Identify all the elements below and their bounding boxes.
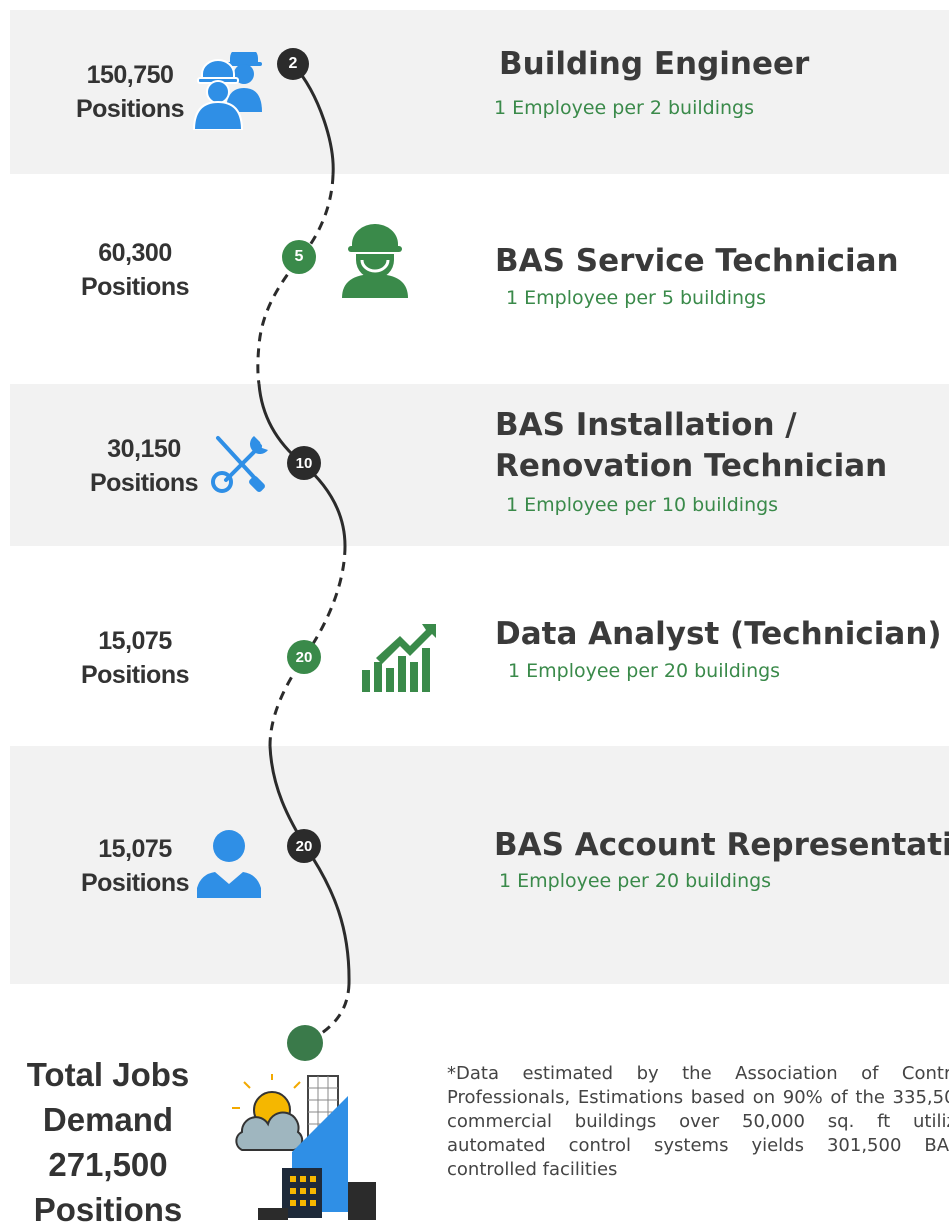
workers-hardhat-icon	[192, 52, 262, 130]
growth-chart-icon	[362, 624, 436, 692]
marker-end	[287, 1025, 323, 1061]
tools-icon	[211, 436, 268, 493]
marker-5: 20	[287, 829, 321, 863]
person-icon	[197, 830, 261, 898]
positions-number: 150,750	[86, 61, 174, 89]
marker-1-label: 2	[288, 55, 298, 72]
positions-word: Positions	[80, 273, 190, 301]
positions-account-representative: 15,075 Positions	[75, 832, 195, 900]
title-building-engineer: Building Engineer	[499, 46, 810, 82]
technician-hardhat-icon	[342, 224, 408, 298]
positions-data-analyst: 15,075 Positions	[75, 624, 195, 692]
total-jobs-demand: Total Jobs Demand 271,500 Positions	[18, 1052, 198, 1232]
positions-number: 15,075	[98, 627, 172, 655]
ratio-service-technician: 1 Employee per 5 buildings	[506, 287, 766, 309]
positions-number: 60,300	[98, 239, 172, 267]
marker-2-label: 5	[294, 248, 304, 265]
positions-word: Positions	[80, 869, 190, 897]
positions-service-technician: 60,300 Positions	[75, 236, 195, 304]
ratio-data-analyst: 1 Employee per 20 buildings	[508, 660, 781, 682]
marker-2: 5	[282, 240, 316, 274]
title-account-representative: BAS Account Representative	[494, 827, 949, 863]
ratio-installation-technician: 1 Employee per 10 buildings	[506, 494, 779, 516]
ratio-building-engineer: 1 Employee per 2 buildings	[494, 97, 754, 119]
positions-word: Positions	[89, 469, 199, 497]
marker-4: 20	[287, 640, 321, 674]
title-installation-technician-line1: BAS Installation /	[495, 407, 797, 443]
marker-5-label: 20	[295, 837, 313, 855]
title-service-technician: BAS Service Technician	[495, 243, 899, 279]
positions-word: Positions	[80, 661, 190, 689]
smart-building-icon	[232, 1074, 376, 1220]
marker-1: 2	[277, 48, 309, 80]
positions-installation-technician: 30,150 Positions	[84, 432, 204, 500]
total-line4: Positions	[33, 1191, 183, 1228]
footnote: *Data estimated by the Association of Co…	[447, 1063, 949, 1180]
ratio-account-representative: 1 Employee per 20 buildings	[499, 870, 772, 892]
marker-3-label: 10	[295, 454, 313, 472]
title-installation-technician-line2: Renovation Technician	[495, 448, 888, 484]
positions-number: 15,075	[98, 835, 172, 863]
total-line2: Demand	[42, 1101, 174, 1138]
positions-number: 30,150	[107, 435, 181, 463]
positions-word: Positions	[75, 95, 185, 123]
total-line3: 271,500	[48, 1146, 168, 1183]
marker-3: 10	[287, 446, 321, 480]
positions-building-engineer: 150,750 Positions	[70, 58, 190, 126]
marker-4-label: 20	[295, 648, 313, 666]
title-data-analyst: Data Analyst (Technician)	[495, 616, 942, 652]
total-line1: Total Jobs	[26, 1056, 190, 1093]
timeline-path	[256, 63, 351, 1045]
